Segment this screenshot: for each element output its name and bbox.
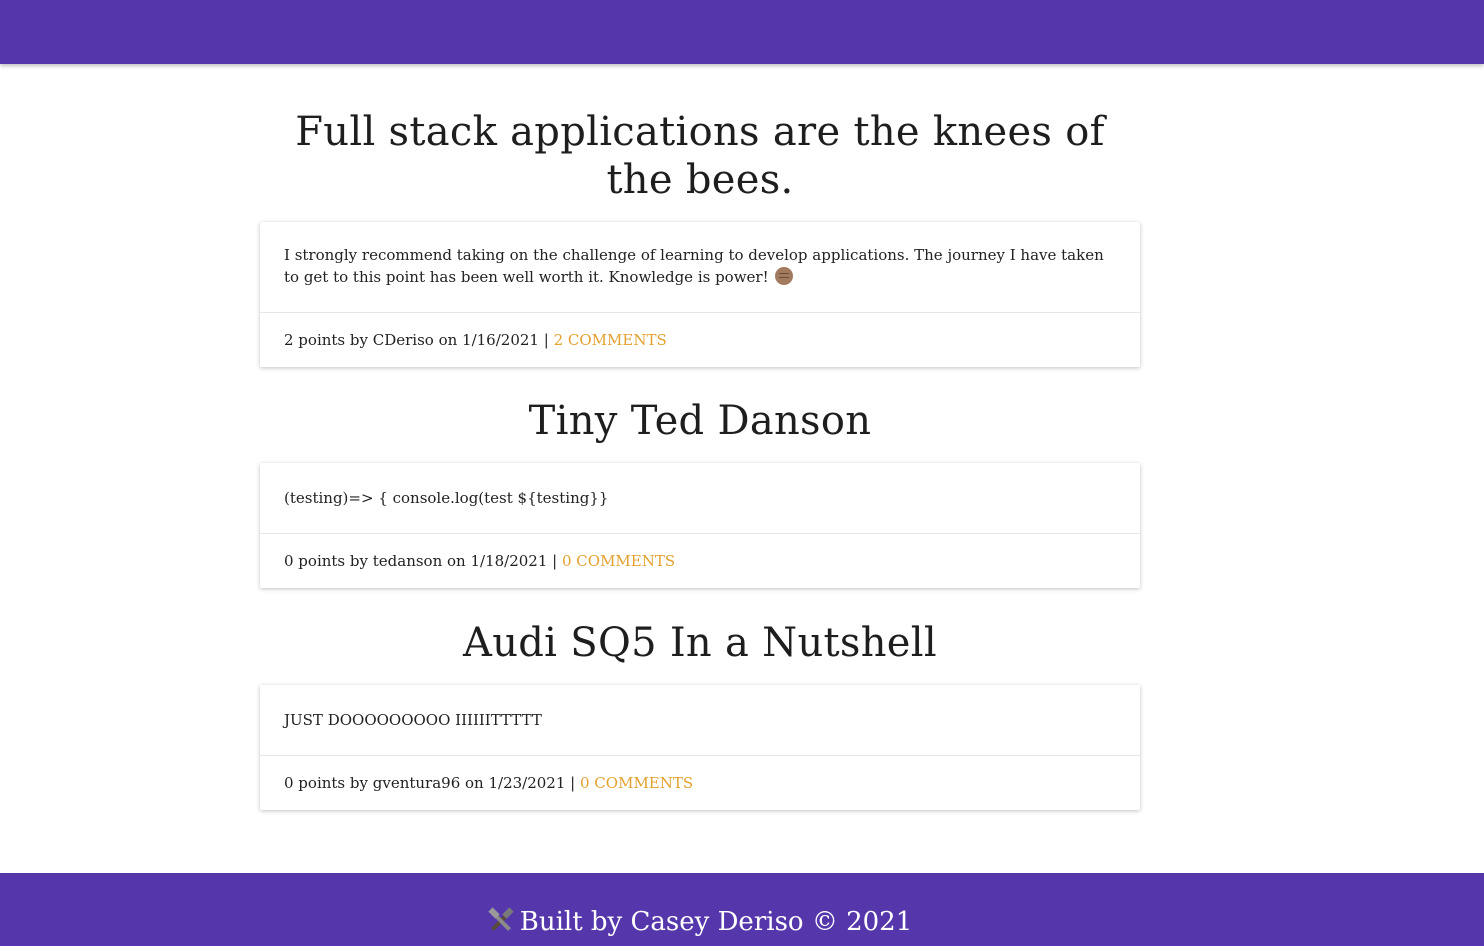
post-title: Audi SQ5 In a Nutshell [463,620,937,666]
post: Full stack applications are the knees of… [260,64,1140,367]
top-navbar [0,0,1484,64]
post: Audi SQ5 In a Nutshell JUST DOOOOOOOOO I… [260,588,1140,810]
post-footer: 2 points by CDeriso on 1/16/2021 | 2 COM… [260,313,1140,367]
hammer-and-wrench-icon [488,907,514,933]
post-meta: 0 points by gventura96 on 1/23/2021 | [284,774,576,792]
post-card: I strongly recommend taking on the chall… [260,222,1140,367]
footer-credit: Built by Casey Deriso © 2021 [0,906,1400,938]
comments-link[interactable]: 2 COMMENTS [554,331,667,349]
post-body-text: JUST DOOOOOOOOO IIIIIITTTTT [284,711,542,729]
post-body: I strongly recommend taking on the chall… [260,222,1140,313]
post: Tiny Ted Danson (testing)=> { console.lo… [260,367,1140,588]
post-title: Tiny Ted Danson [528,398,872,444]
post-footer: 0 points by tedanson on 1/18/2021 | 0 CO… [260,534,1140,588]
post-meta: 0 points by tedanson on 1/18/2021 | [284,552,558,570]
raised-fist-icon [775,267,794,285]
post-body-text: I strongly recommend taking on the chall… [284,246,1104,286]
page-footer: Built by Casey Deriso © 2021 [0,873,1484,946]
post-body: (testing)=> { console.log(test ${testing… [260,463,1140,534]
post-body: JUST DOOOOOOOOO IIIIIITTTTT [260,685,1140,756]
footer-text: Built by Casey Deriso © 2021 [519,907,913,937]
post-card: (testing)=> { console.log(test ${testing… [260,463,1140,588]
post-meta: 2 points by CDeriso on 1/16/2021 | [284,331,549,349]
post-card: JUST DOOOOOOOOO IIIIIITTTTT 0 points by … [260,685,1140,810]
post-footer: 0 points by gventura96 on 1/23/2021 | 0 … [260,756,1140,810]
comments-link[interactable]: 0 COMMENTS [580,774,693,792]
post-title: Full stack applications are the knees of… [295,109,1105,203]
post-list: Full stack applications are the knees of… [260,64,1140,810]
comments-link[interactable]: 0 COMMENTS [562,552,675,570]
post-body-text: (testing)=> { console.log(test ${testing… [284,489,609,507]
